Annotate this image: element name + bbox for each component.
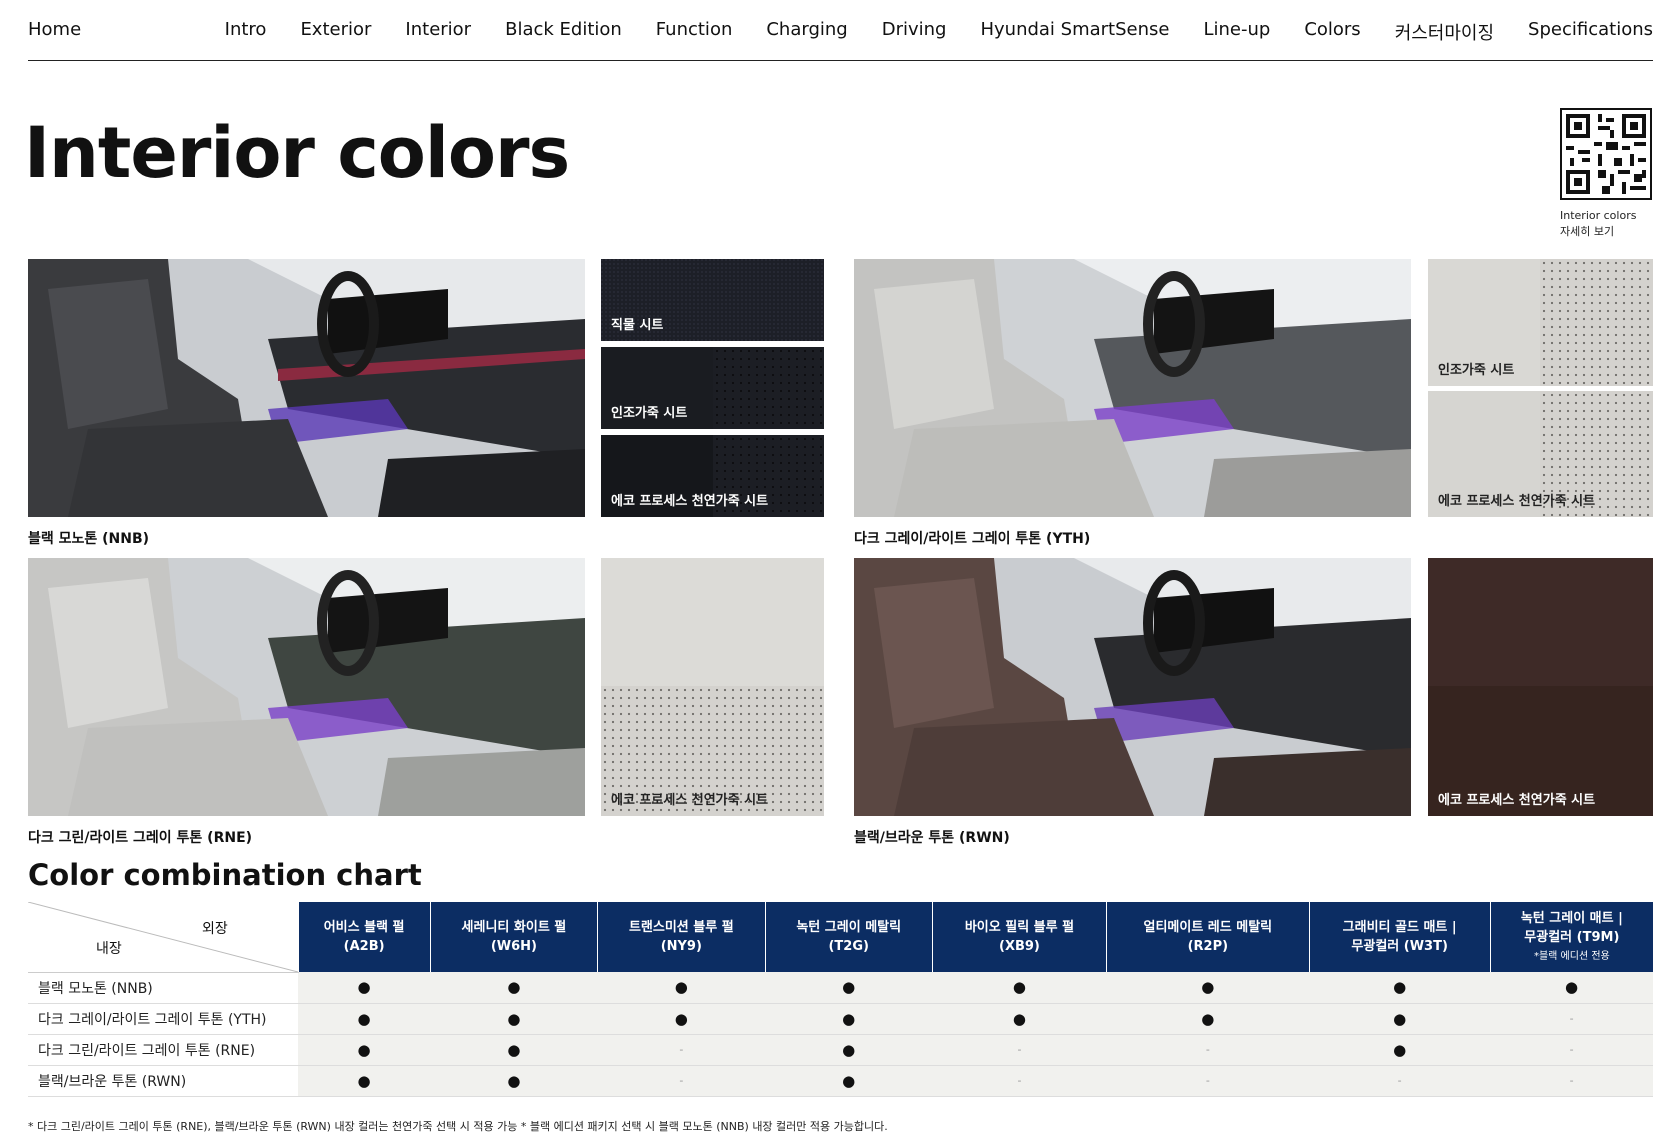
unavailable-dash: - bbox=[1490, 1034, 1653, 1066]
nav-home-link[interactable]: Home bbox=[28, 19, 81, 40]
table-row: 다크 그린/라이트 그레이 투톤 (RNE) ● ● - ● - - ● - bbox=[28, 1034, 1653, 1066]
available-dot: ● bbox=[430, 972, 598, 1004]
available-dot: ● bbox=[932, 972, 1107, 1004]
interior-photo-rne bbox=[28, 558, 585, 816]
table-corner: 외장 내장 bbox=[28, 902, 298, 973]
available-dot: ● bbox=[765, 1003, 933, 1035]
available-dot: ● bbox=[765, 1065, 933, 1097]
available-dot: ● bbox=[1106, 972, 1310, 1004]
col-header-r2p: 얼티메이트 레드 메탈릭 (R2P) bbox=[1106, 902, 1310, 972]
available-dot: ● bbox=[597, 1003, 766, 1035]
row-label: 블랙 모노톤 (NNB) bbox=[28, 972, 298, 1004]
unavailable-dash: - bbox=[1309, 1065, 1491, 1097]
col-header-t2g: 녹턴 그레이 메탈릭 (T2G) bbox=[764, 902, 933, 972]
interior-photo-rwn bbox=[854, 558, 1411, 816]
row-label: 다크 그린/라이트 그레이 투톤 (RNE) bbox=[28, 1034, 298, 1066]
swatch-nnb-artificial-leather: 인조가죽 시트 bbox=[601, 347, 824, 429]
unavailable-dash: - bbox=[597, 1065, 766, 1097]
available-dot: ● bbox=[1309, 972, 1491, 1004]
color-combination-table: 외장 내장 어비스 블랙 펄 (A2B) 세레니티 화이트 펄 (W6H) 트랜스미… bbox=[28, 902, 1653, 1097]
nav-item-exterior[interactable]: Exterior bbox=[300, 19, 371, 45]
swatch-yth-artificial-leather: 인조가죽 시트 bbox=[1428, 259, 1653, 386]
nav-menu: Intro Exterior Interior Black Edition Fu… bbox=[191, 19, 1653, 45]
col-header-t9m: 녹턴 그레이 매트 | 무광컬러 (T9M) *블랙 에디션 전용 bbox=[1489, 902, 1653, 972]
nav-item-smartsense[interactable]: Hyundai SmartSense bbox=[980, 19, 1169, 45]
nav-item-driving[interactable]: Driving bbox=[882, 19, 947, 45]
available-dot: ● bbox=[597, 972, 766, 1004]
col-header-w6h: 세레니티 화이트 펄 (W6H) bbox=[429, 902, 598, 972]
unavailable-dash: - bbox=[1490, 1003, 1653, 1035]
swatch-rne-eco-leather: 에코 프로세스 천연가죽 시트 bbox=[601, 558, 824, 816]
nav-item-black-edition[interactable]: Black Edition bbox=[505, 19, 622, 45]
swatch-rwn-eco-leather: 에코 프로세스 천연가죽 시트 bbox=[1428, 558, 1653, 816]
available-dot: ● bbox=[430, 1065, 598, 1097]
col-header-a2b: 어비스 블랙 펄 (A2B) bbox=[297, 902, 431, 972]
caption-rwn: 블랙/브라운 투톤 (RWN) bbox=[854, 830, 1010, 846]
row-label: 블랙/브라운 투톤 (RWN) bbox=[28, 1065, 298, 1097]
col-header-ny9: 트랜스미션 블루 펄 (NY9) bbox=[597, 902, 766, 972]
available-dot: ● bbox=[1106, 1003, 1310, 1035]
available-dot: ● bbox=[298, 1034, 431, 1066]
available-dot: ● bbox=[1490, 972, 1653, 1004]
table-row: 블랙/브라운 투톤 (RWN) ● ● - ● - - - - bbox=[28, 1065, 1653, 1097]
nav-item-lineup[interactable]: Line-up bbox=[1203, 19, 1270, 45]
row-label: 다크 그레이/라이트 그레이 투톤 (YTH) bbox=[28, 1003, 298, 1035]
available-dot: ● bbox=[298, 1003, 431, 1035]
col-header-xb9: 바이오 필릭 블루 펄 (XB9) bbox=[931, 902, 1107, 972]
nav-item-function[interactable]: Function bbox=[656, 19, 733, 45]
qr-caption: Interior colors 자세히 보기 bbox=[1560, 209, 1637, 238]
available-dot: ● bbox=[430, 1003, 598, 1035]
chart-title: Color combination chart bbox=[28, 858, 422, 892]
footnote: * 다크 그린/라이트 그레이 투톤 (RNE), 블랙/브라운 투톤 (RWN… bbox=[28, 1120, 888, 1133]
available-dot: ● bbox=[765, 972, 933, 1004]
unavailable-dash: - bbox=[1490, 1065, 1653, 1097]
available-dot: ● bbox=[298, 1065, 431, 1097]
page-title: Interior colors bbox=[24, 112, 570, 194]
unavailable-dash: - bbox=[932, 1065, 1107, 1097]
table-row: 블랙 모노톤 (NNB) ● ● ● ● ● ● ● ● bbox=[28, 972, 1653, 1004]
interior-photo-yth bbox=[854, 259, 1411, 517]
caption-rne: 다크 그린/라이트 그레이 투톤 (RNE) bbox=[28, 830, 253, 846]
col-header-w3t: 그래비티 골드 매트 | 무광컬러 (W3T) bbox=[1308, 902, 1491, 972]
top-nav: Home Intro Exterior Interior Black Editi… bbox=[28, 0, 1653, 61]
swatch-yth-eco-leather: 에코 프로세스 천연가죽 시트 bbox=[1428, 391, 1653, 517]
swatch-nnb-fabric: 직물 시트 bbox=[601, 259, 824, 341]
nav-item-interior[interactable]: Interior bbox=[405, 19, 471, 45]
caption-nnb: 블랙 모노톤 (NNB) bbox=[28, 531, 150, 547]
nav-item-colors[interactable]: Colors bbox=[1304, 19, 1360, 45]
nav-item-customizing[interactable]: 커스터마이징 bbox=[1395, 19, 1494, 45]
available-dot: ● bbox=[765, 1034, 933, 1066]
nav-item-specifications[interactable]: Specifications bbox=[1528, 19, 1653, 45]
nav-item-charging[interactable]: Charging bbox=[766, 19, 847, 45]
caption-yth: 다크 그레이/라이트 그레이 투톤 (YTH) bbox=[854, 531, 1091, 547]
available-dot: ● bbox=[1309, 1003, 1491, 1035]
available-dot: ● bbox=[932, 1003, 1107, 1035]
available-dot: ● bbox=[1309, 1034, 1491, 1066]
available-dot: ● bbox=[298, 972, 431, 1004]
qr-code[interactable] bbox=[1560, 108, 1652, 200]
available-dot: ● bbox=[430, 1034, 598, 1066]
table-row: 다크 그레이/라이트 그레이 투톤 (YTH) ● ● ● ● ● ● ● - bbox=[28, 1003, 1653, 1035]
swatch-nnb-eco-leather: 에코 프로세스 천연가죽 시트 bbox=[601, 435, 824, 517]
interior-photo-nnb bbox=[28, 259, 585, 517]
nav-item-intro[interactable]: Intro bbox=[225, 19, 267, 45]
unavailable-dash: - bbox=[1106, 1065, 1310, 1097]
unavailable-dash: - bbox=[1106, 1034, 1310, 1066]
unavailable-dash: - bbox=[932, 1034, 1107, 1066]
unavailable-dash: - bbox=[597, 1034, 766, 1066]
